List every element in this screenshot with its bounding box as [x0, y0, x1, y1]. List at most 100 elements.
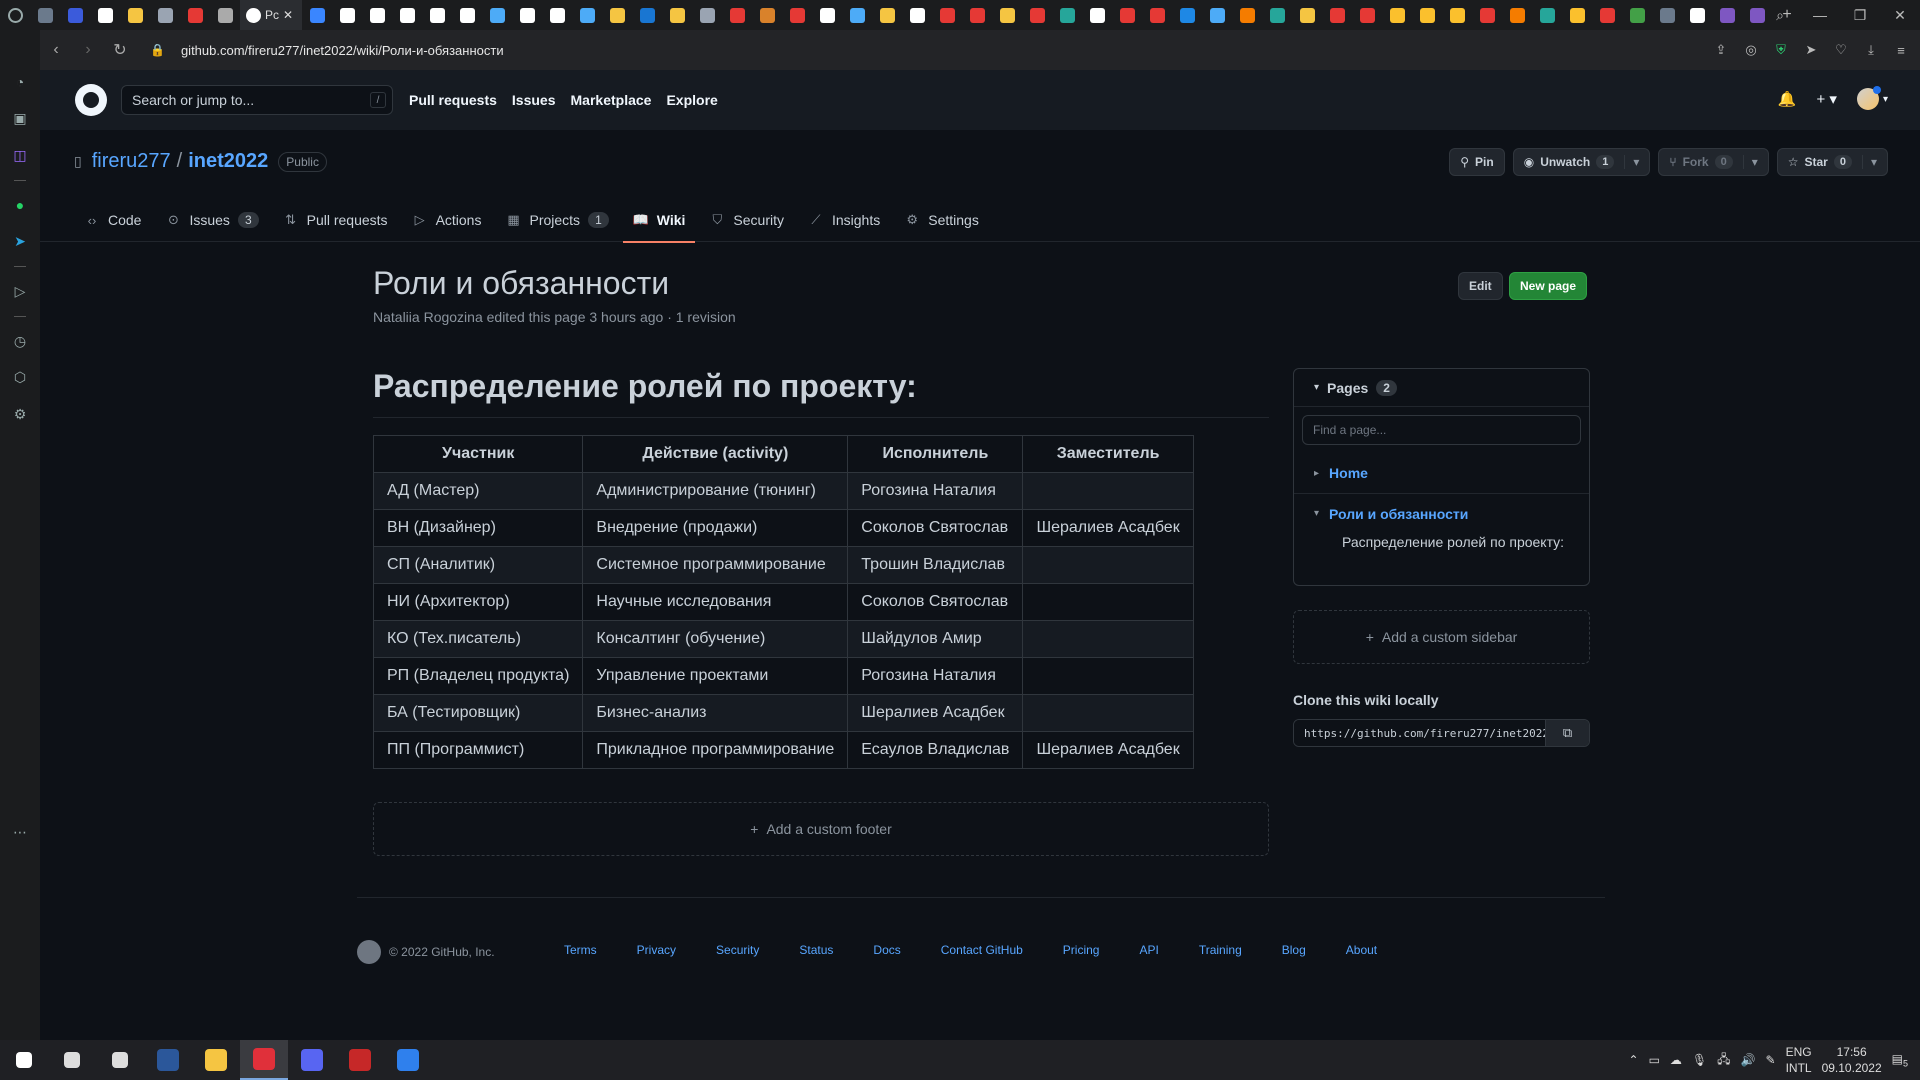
pen-icon[interactable]: ✎ [1766, 1053, 1776, 1067]
tab-favicon-icon[interactable] [1592, 0, 1622, 30]
add-custom-footer[interactable]: + Add a custom footer [373, 802, 1269, 856]
footer-link[interactable]: Contact GitHub [941, 943, 1023, 957]
file-explorer-taskbar-button[interactable] [192, 1040, 240, 1080]
copy-icon[interactable]: ⧉ [1545, 720, 1589, 746]
fork-button[interactable]: ⑂ Fork 0 ▾ [1658, 148, 1769, 176]
page-item-roles[interactable]: ▾ Роли и обязанности [1294, 493, 1589, 533]
nav-explore[interactable]: Explore [666, 92, 717, 108]
meet-now-icon[interactable]: ▭ [1649, 1053, 1660, 1067]
menu-icon[interactable]: ≡ [1888, 37, 1914, 63]
vscode-taskbar-button[interactable] [384, 1040, 432, 1080]
tab-favicon-icon[interactable] [362, 0, 392, 30]
new-page-button[interactable]: New page [1509, 272, 1588, 300]
snapshot-icon[interactable]: ◎ [1738, 37, 1764, 63]
tab-favicon-icon[interactable] [150, 0, 180, 30]
tab-favicon-icon[interactable] [812, 0, 842, 30]
close-window-icon[interactable]: ✕ [1880, 0, 1920, 30]
tab-favicon-icon[interactable] [872, 0, 902, 30]
onedrive-icon[interactable]: ☁ [1670, 1053, 1682, 1067]
chevron-down-icon[interactable]: ▾ [1861, 155, 1877, 169]
tab-favicon-icon[interactable] [572, 0, 602, 30]
chevron-down-icon[interactable]: ▾ [1314, 508, 1319, 519]
tab-favicon-icon[interactable] [1682, 0, 1712, 30]
nav-marketplace[interactable]: Marketplace [571, 92, 652, 108]
clone-url-input[interactable]: https://github.com/fireru277/inet2022.wi… [1294, 720, 1545, 746]
search-input[interactable]: Search or jump to... / [121, 85, 393, 115]
notification-center-icon[interactable]: ▤5 [1892, 1052, 1908, 1068]
tab-favicon-icon[interactable] [1142, 0, 1172, 30]
back-icon[interactable]: ‹ [40, 34, 72, 66]
download-icon[interactable]: ⤓ [1858, 37, 1884, 63]
tab-pull-requests[interactable]: ⇅ Pull requests [273, 198, 398, 242]
tab-favicon-icon[interactable] [1532, 0, 1562, 30]
tab-favicon-icon[interactable] [30, 0, 60, 30]
footer-link[interactable]: Blog [1282, 943, 1306, 957]
find-page-input[interactable]: Find a page... [1302, 415, 1581, 445]
tab-favicon-icon[interactable] [1202, 0, 1232, 30]
footer-link[interactable]: Status [799, 943, 833, 957]
tab-favicon-icon[interactable] [1112, 0, 1142, 30]
tab-wiki[interactable]: 📖 Wiki [622, 198, 696, 243]
tab-favicon-icon[interactable] [692, 0, 722, 30]
active-tab[interactable]: Рс ✕ [240, 0, 302, 30]
page-link[interactable]: Home [1329, 465, 1368, 481]
microphone-icon[interactable]: 🎙 [1692, 1053, 1707, 1067]
tray-chevron-icon[interactable]: ⌃ [1629, 1053, 1639, 1067]
footer-link[interactable]: Security [716, 943, 759, 957]
tab-favicon-icon[interactable] [1712, 0, 1742, 30]
footer-link[interactable]: Pricing [1063, 943, 1100, 957]
tab-favicon-icon[interactable] [992, 0, 1022, 30]
tab-favicon-icon[interactable] [602, 0, 632, 30]
github-logo-icon[interactable] [75, 84, 107, 116]
tab-favicon-icon[interactable] [422, 0, 452, 30]
unwatch-button[interactable]: ◉ Unwatch 1 ▾ [1512, 148, 1651, 176]
speed-dial-icon[interactable]: ◔ [10, 72, 30, 92]
tab-security[interactable]: ⛉ Security [699, 198, 794, 242]
tab-favicon-icon[interactable] [752, 0, 782, 30]
page-heading-link[interactable]: Распределение ролей по проекту: [1294, 533, 1589, 552]
tab-favicon-icon[interactable] [932, 0, 962, 30]
settings-icon[interactable]: ⚙ [10, 404, 30, 424]
chevron-down-icon[interactable]: ▾ [1624, 155, 1639, 169]
search-tabs-icon[interactable]: ⌕ [1760, 0, 1800, 30]
share-icon[interactable]: ⇪ [1708, 37, 1734, 63]
clock[interactable]: 17:56 09.10.2022 [1822, 1044, 1882, 1076]
tab-favicon-icon[interactable] [332, 0, 362, 30]
tab-favicon-icon[interactable] [180, 0, 210, 30]
tab-favicon-icon[interactable] [722, 0, 752, 30]
word-taskbar-button[interactable] [144, 1040, 192, 1080]
tab-issues[interactable]: ⊙ Issues 3 [155, 198, 268, 242]
tab-favicon-icon[interactable] [1172, 0, 1202, 30]
page-item-home[interactable]: ▸ Home [1294, 453, 1589, 493]
notifications-bell-icon[interactable]: 🔔 [1778, 90, 1797, 108]
tab-favicon-icon[interactable] [1322, 0, 1352, 30]
player-icon[interactable]: ▷ [10, 281, 30, 301]
tab-favicon-icon[interactable] [542, 0, 572, 30]
repo-owner-link[interactable]: fireru277 [92, 150, 171, 173]
task-view-taskbar-button[interactable] [96, 1040, 144, 1080]
whatsapp-icon[interactable]: ● [10, 195, 30, 215]
close-tab-icon[interactable]: ✕ [283, 8, 293, 22]
footer-link[interactable]: Terms [564, 943, 597, 957]
tab-favicon-icon[interactable] [662, 0, 692, 30]
tab-favicon-icon[interactable] [1262, 0, 1292, 30]
tab-favicon-icon[interactable] [1292, 0, 1322, 30]
star-button[interactable]: ☆ Star 0 ▾ [1776, 148, 1888, 176]
tab-favicon-icon[interactable] [1502, 0, 1532, 30]
edit-button[interactable]: Edit [1458, 272, 1503, 300]
vpn-icon[interactable]: ⛨ [1768, 37, 1794, 63]
forward-icon[interactable]: › [72, 34, 104, 66]
telegram-icon[interactable]: ➤ [10, 231, 30, 251]
extensions-cube-icon[interactable]: ⬡ [10, 367, 30, 387]
tab-favicon-icon[interactable] [60, 0, 90, 30]
tab-favicon-icon[interactable] [302, 0, 332, 30]
tab-favicon-icon[interactable] [482, 0, 512, 30]
pin-button[interactable]: ⚲ Pin [1449, 148, 1505, 176]
tab-favicon-icon[interactable] [782, 0, 812, 30]
tab-favicon-icon[interactable] [1052, 0, 1082, 30]
tab-favicon-icon[interactable] [1472, 0, 1502, 30]
tab-favicon-icon[interactable] [1082, 0, 1112, 30]
windows-start-taskbar-button[interactable] [0, 1040, 48, 1080]
opera-menu-icon[interactable] [0, 0, 30, 30]
github-mark-icon[interactable] [357, 940, 381, 964]
